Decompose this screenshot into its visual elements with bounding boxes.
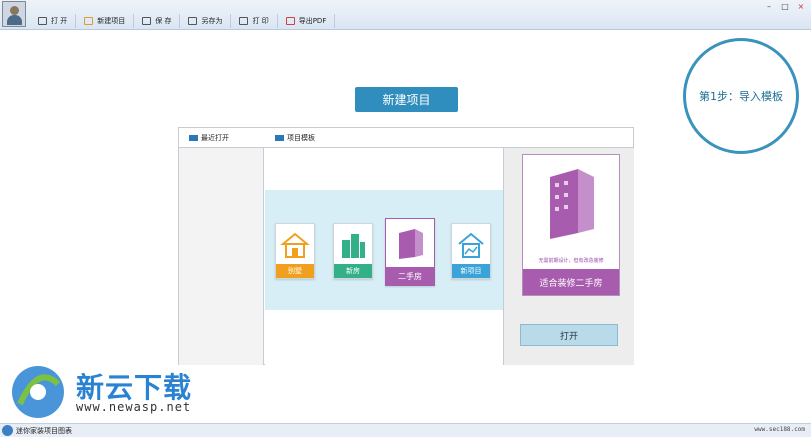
- watermark: 新云下载 www.newasp.net: [10, 364, 230, 420]
- close-icon[interactable]: ×: [795, 2, 807, 12]
- project-panel: 最近打开 项目模板 别墅 新房 二手房 新项目 无需前期设计，但有改造装修 适合…: [178, 127, 634, 365]
- new-house-icon: [342, 234, 365, 258]
- new-project-icon: [458, 232, 484, 258]
- maximize-icon[interactable]: □: [779, 2, 791, 12]
- status-url: www.sec188.com: [754, 426, 805, 433]
- page-title: 新建项目: [355, 87, 458, 112]
- open-label: 打 开: [51, 17, 68, 25]
- second-hand-house-icon: [399, 229, 423, 259]
- export-pdf-button[interactable]: 导出PDF: [278, 14, 336, 28]
- template-new-project-label: 新项目: [452, 264, 490, 278]
- recent-list: [179, 148, 264, 365]
- template-villa[interactable]: 别墅: [275, 223, 315, 279]
- title-bar: 打 开 新建项目 保 存 另存为 打 印 导出PDF – □ ×: [0, 0, 811, 30]
- tab-templates[interactable]: 项目模板: [275, 128, 315, 148]
- tab-recent-label: 最近打开: [201, 134, 229, 142]
- open-template-button[interactable]: 打开: [520, 324, 618, 346]
- save-as-button[interactable]: 另存为: [180, 14, 232, 28]
- detail-description: 无需前期设计，但有改造装修: [538, 258, 604, 264]
- template-area: 别墅 新房 二手房 新项目: [265, 148, 503, 365]
- mail-icon: [189, 135, 198, 141]
- pdf-icon: [285, 17, 295, 25]
- save-button[interactable]: 保 存: [134, 14, 181, 28]
- window-controls: – □ ×: [763, 2, 807, 12]
- save-as-label: 另存为: [201, 17, 223, 25]
- print-label: 打 印: [252, 17, 269, 25]
- detail-name: 适合装修二手房: [523, 269, 619, 295]
- template-new-house-label: 新房: [334, 264, 372, 278]
- save-icon: [142, 17, 152, 25]
- export-pdf-label: 导出PDF: [298, 17, 327, 25]
- list-icon: [275, 135, 284, 141]
- detail-card: 无需前期设计，但有改造装修 适合装修二手房: [522, 154, 620, 296]
- template-villa-label: 别墅: [276, 264, 314, 278]
- save-label: 保 存: [155, 17, 172, 25]
- villa-icon: [280, 232, 310, 258]
- watermark-logo: [12, 366, 64, 418]
- template-new-project[interactable]: 新项目: [451, 223, 491, 279]
- template-detail: 无需前期设计，但有改造装修 适合装修二手房 打开: [503, 148, 634, 365]
- tab-templates-label: 项目模板: [287, 134, 315, 142]
- app-logo: [2, 1, 26, 27]
- template-new-house[interactable]: 新房: [333, 223, 373, 279]
- new-project-button[interactable]: 新建项目: [76, 14, 135, 28]
- app-icon: [2, 425, 13, 436]
- step-indicator: 第1步：导入模板: [683, 38, 799, 154]
- building-icon: [550, 169, 594, 239]
- template-band: 别墅 新房 二手房 新项目: [265, 190, 503, 310]
- template-second-hand[interactable]: 二手房: [385, 218, 435, 286]
- step-text: 第1步：导入模板: [699, 90, 783, 103]
- watermark-url: www.newasp.net: [76, 400, 192, 414]
- save-as-icon: [188, 17, 198, 25]
- tab-recent[interactable]: 最近打开: [189, 128, 229, 148]
- panel-header: 最近打开 项目模板: [179, 128, 633, 148]
- status-text: 迷你家装项目图表: [16, 427, 72, 435]
- folder-open-icon: [38, 17, 47, 25]
- print-icon: [239, 17, 249, 25]
- new-file-icon: [84, 17, 94, 25]
- status-bar: 迷你家装项目图表 www.sec188.com: [0, 423, 811, 437]
- print-button[interactable]: 打 印: [231, 14, 278, 28]
- new-project-label: 新建项目: [97, 17, 126, 25]
- open-button[interactable]: 打 开: [30, 14, 77, 28]
- toolbar: 打 开 新建项目 保 存 另存为 打 印 导出PDF: [30, 14, 336, 28]
- template-second-hand-label: 二手房: [386, 267, 434, 285]
- minimize-icon[interactable]: –: [763, 2, 775, 12]
